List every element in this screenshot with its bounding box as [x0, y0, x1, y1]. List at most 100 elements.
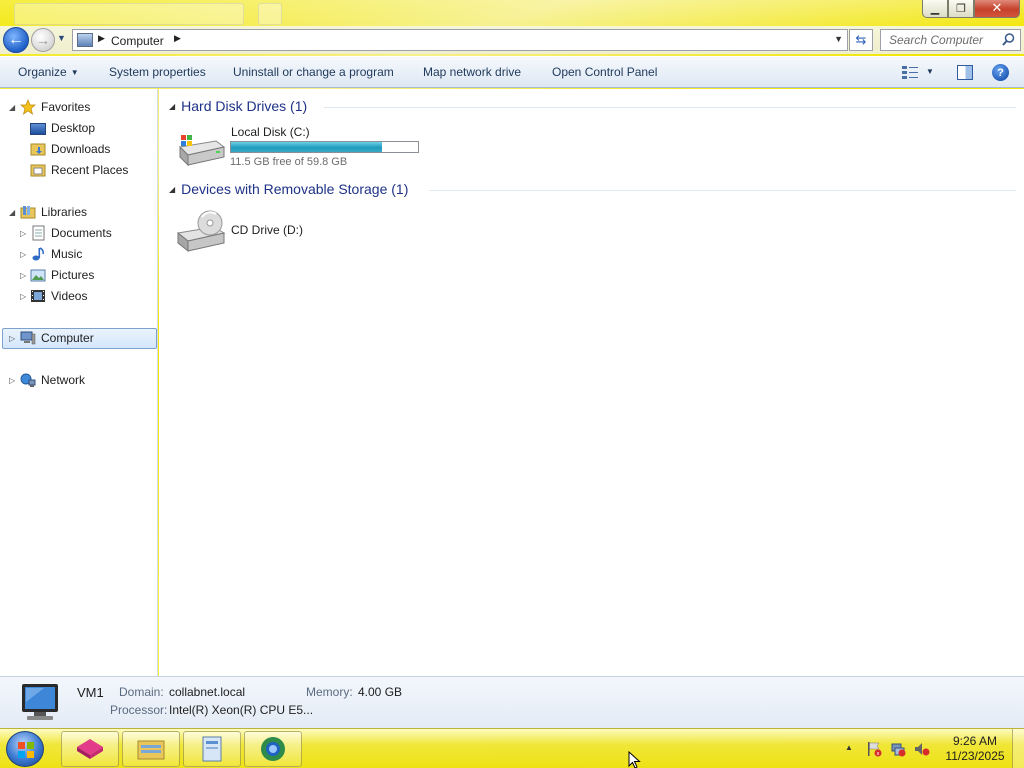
nav-pictures[interactable]: Pictures [30, 265, 94, 285]
drive-d-label: CD Drive (D:) [231, 223, 303, 237]
nav-videos[interactable]: Videos [30, 286, 87, 306]
collapsed-arrow-icon[interactable]: ▷ [20, 271, 26, 280]
drive-cd-d[interactable]: CD Drive (D:) [176, 207, 326, 257]
nav-network[interactable]: Network [20, 370, 85, 390]
browser-globe-icon [261, 737, 285, 761]
nav-documents[interactable]: Documents [30, 223, 112, 243]
nav-favorites[interactable]: Favorites [20, 97, 90, 117]
details-pane: VM1 Domain: collabnet.local Memory: 4.00… [0, 676, 1024, 728]
breadcrumb-separator-icon[interactable]: ▶ [98, 33, 105, 44]
collapsed-arrow-icon[interactable]: ▷ [20, 292, 26, 301]
command-bar: Organize ▼ System properties Uninstall or… [0, 56, 1024, 88]
desktop-icon [30, 123, 46, 135]
nav-music[interactable]: Music [30, 244, 82, 264]
view-options-dropdown-icon[interactable]: ▼ [926, 67, 934, 76]
taskbar-browser[interactable] [244, 731, 302, 767]
show-desktop-button[interactable] [1012, 729, 1024, 768]
help-label: ? [997, 66, 1004, 79]
documents-icon [32, 225, 45, 241]
group-title: Hard Disk Drives (1) [181, 98, 308, 114]
expanded-arrow-icon[interactable]: ◢ [9, 208, 15, 217]
network-status-icon[interactable] [890, 741, 906, 757]
refresh-icon: ⇆ [855, 32, 867, 47]
nav-computer[interactable]: Computer [20, 328, 94, 348]
collapsed-arrow-icon[interactable]: ▷ [20, 229, 26, 238]
map-network-drive-button[interactable]: Map network drive [423, 65, 521, 79]
nav-network-label: Network [41, 373, 86, 387]
drive-c-usage-bar [230, 141, 419, 153]
pictures-icon [30, 269, 46, 282]
recent-pages-dropdown[interactable]: ▼ [57, 33, 67, 45]
collapse-group-icon[interactable]: ◢ [169, 102, 175, 111]
nav-libraries[interactable]: Libraries [20, 202, 87, 222]
address-row: ← → ▼ ▶ Computer ▶ ▼ ⇆ Search Computer [0, 26, 1024, 54]
drive-c-label: Local Disk (C:) [231, 125, 310, 139]
folder-icon [137, 740, 165, 760]
network-icon [20, 373, 36, 387]
collapsed-arrow-icon[interactable]: ▷ [9, 334, 15, 343]
group-header-removable-storage[interactable]: ◢ Devices with Removable Storage (1) [169, 181, 408, 197]
content-pane: ◢ Hard Disk Drives (1) Local Disk (C:) 1… [159, 89, 1024, 676]
computer-name: VM1 [77, 685, 104, 700]
breadcrumb-separator-icon[interactable]: ▶ [174, 33, 181, 44]
back-button[interactable]: ← [3, 27, 29, 53]
change-view-icon[interactable] [902, 66, 918, 79]
collapsed-arrow-icon[interactable]: ▷ [20, 250, 26, 259]
breadcrumb-computer[interactable]: Computer [111, 34, 164, 48]
taskbar-windows-explorer[interactable] [122, 731, 180, 767]
clock-date: 11/23/2025 [945, 749, 1005, 763]
window-titlebar: ▁ ❐ ✕ [0, 0, 1024, 26]
computer-icon [77, 33, 93, 47]
forward-button[interactable]: → [31, 28, 55, 52]
minimize-button[interactable]: ▁ [922, 0, 948, 18]
refresh-button[interactable]: ⇆ [849, 29, 873, 51]
open-control-panel-button[interactable]: Open Control Panel [552, 65, 657, 79]
drive-c-free-space: 11.5 GB free of 59.8 GB [230, 156, 348, 168]
search-input[interactable]: Search Computer [880, 29, 1021, 51]
downloads-folder-icon [30, 143, 46, 156]
nav-favorites-label: Favorites [41, 100, 91, 114]
processor-value: Intel(R) Xeon(R) CPU E5... [169, 703, 314, 717]
collapse-group-icon[interactable]: ◢ [169, 185, 175, 194]
svg-text:x: x [877, 751, 880, 757]
start-button[interactable] [6, 731, 44, 767]
preview-pane-icon[interactable] [957, 65, 973, 80]
close-button[interactable]: ✕ [974, 0, 1020, 18]
uninstall-program-button[interactable]: Uninstall or change a program [233, 65, 394, 79]
nav-recent-places[interactable]: Recent Places [30, 160, 128, 180]
group-header-hard-disk-drives[interactable]: ◢ Hard Disk Drives (1) [169, 98, 307, 114]
computer-icon [20, 331, 36, 345]
system-properties-button[interactable]: System properties [109, 65, 206, 79]
taskbar: ▲ x 9:26 AM 11/23/2025 [0, 728, 1024, 768]
maximize-button[interactable]: ❐ [948, 0, 974, 18]
expanded-arrow-icon[interactable]: ◢ [9, 103, 15, 112]
nav-computer-label: Computer [41, 331, 94, 345]
memory-value: 4.00 GB [358, 685, 403, 699]
domain-value: collabnet.local [169, 685, 246, 699]
recent-places-icon [30, 164, 46, 177]
taskbar-app-3[interactable] [183, 731, 241, 767]
star-icon [20, 99, 36, 115]
film-strip-icon [31, 290, 45, 302]
search-icon [1002, 33, 1015, 46]
restore-icon: ❐ [956, 2, 966, 15]
taskbar-app-1[interactable] [61, 731, 119, 767]
organize-menu[interactable]: Organize ▼ [18, 65, 79, 79]
volume-muted-icon[interactable] [914, 741, 930, 757]
navigation-pane: ◢ Favorites Desktop Downloads Recent Pla… [0, 89, 158, 676]
nav-videos-label: Videos [51, 289, 88, 303]
document-app-icon [202, 736, 222, 762]
address-history-dropdown-icon[interactable]: ▼ [834, 34, 843, 44]
system-clock[interactable]: 9:26 AM 11/23/2025 [940, 734, 1010, 764]
window-controls: ▁ ❐ ✕ [922, 0, 1020, 18]
minimize-icon: ▁ [930, 2, 940, 15]
action-center-flag-icon[interactable]: x [866, 741, 882, 757]
nav-desktop[interactable]: Desktop [30, 118, 95, 138]
group-title: Devices with Removable Storage (1) [181, 181, 409, 197]
show-hidden-icons-icon[interactable]: ▲ [845, 743, 853, 752]
help-icon[interactable]: ? [992, 64, 1009, 81]
address-bar[interactable]: ▶ Computer ▶ ▼ [72, 29, 848, 51]
nav-downloads[interactable]: Downloads [30, 139, 110, 159]
organize-label: Organize [18, 65, 67, 79]
collapsed-arrow-icon[interactable]: ▷ [9, 376, 15, 385]
